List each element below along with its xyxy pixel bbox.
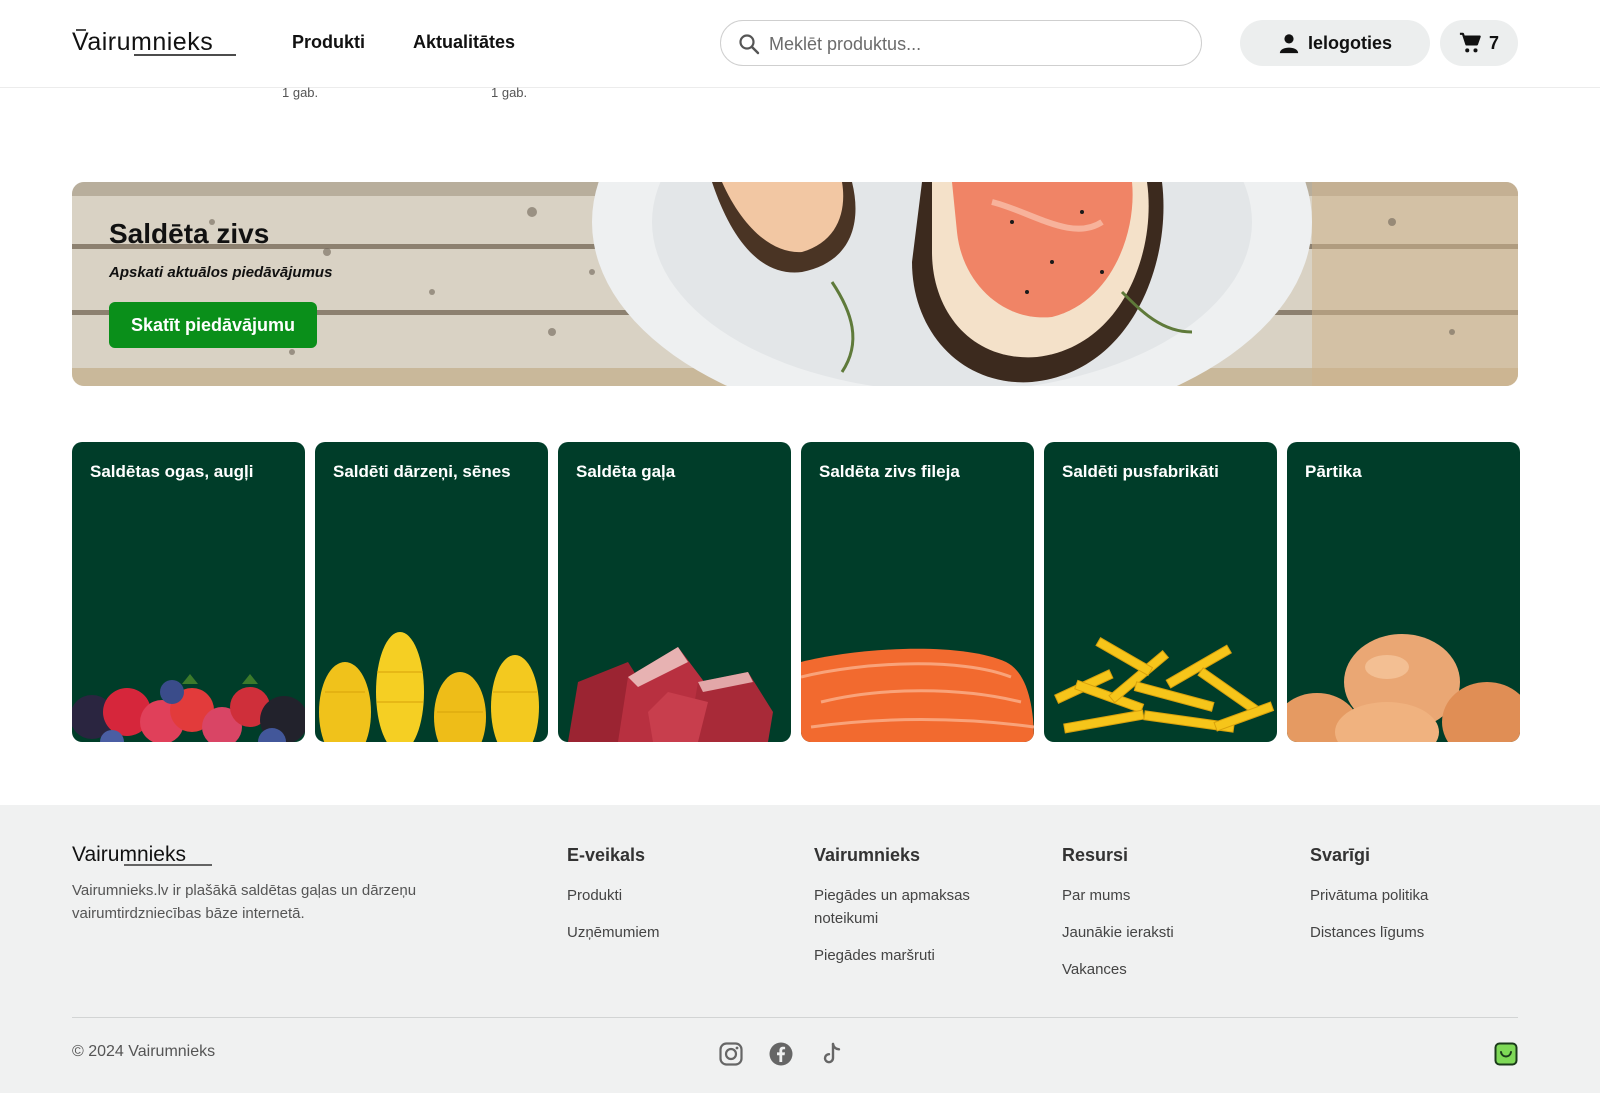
category-label: Saldēta zivs fileja xyxy=(819,462,960,481)
svg-text:Vairumnieks: Vairumnieks xyxy=(72,28,213,56)
category-grid: Saldētas ogas, augļi Saldēti dārzeņi, sē… xyxy=(72,442,1520,742)
cart-icon xyxy=(1459,32,1481,53)
product-quantity: 1 gab. xyxy=(491,85,528,100)
corn-image xyxy=(319,632,539,742)
login-button[interactable]: Ielogoties xyxy=(1240,20,1430,66)
footer-description: Vairumnieks.lv ir plašākā saldētas gaļas… xyxy=(72,882,417,922)
category-label: Saldēti pusfabrikāti xyxy=(1062,462,1219,481)
cart-button[interactable]: 7 xyxy=(1440,20,1518,66)
footer-column-title: Svarīgi xyxy=(1310,845,1371,865)
category-label: Saldētas ogas, augļi xyxy=(90,462,254,481)
promo-banner: Saldēta zivs Apskati aktuālos piedāvājum… xyxy=(72,182,1518,386)
footer-column-vairumnieks: Vairumnieks Piegādes un apmaksas noteiku… xyxy=(814,845,1014,981)
site-header: Vairumnieks Produkti Aktualitātes Ielogo… xyxy=(0,0,1600,88)
svg-text:Vairumnieks: Vairumnieks xyxy=(72,843,186,866)
site-footer: Vairumnieks Vairumnieks.lv ir plašākā sa… xyxy=(0,805,1600,1093)
category-card-semi-finished[interactable]: Saldēti pusfabrikāti xyxy=(1044,442,1277,742)
footer-link-about[interactable]: Par mums xyxy=(1062,884,1262,907)
footer-column-svarigi: Svarīgi Privātuma politika Distances līg… xyxy=(1310,845,1510,958)
tiktok-icon[interactable] xyxy=(819,1041,845,1067)
footer-column-title: E-veikals xyxy=(567,845,646,865)
search-icon xyxy=(739,34,760,55)
fries-image xyxy=(1054,636,1275,734)
search-input[interactable] xyxy=(769,29,1189,59)
product-quantity: 1 gab. xyxy=(282,85,319,100)
nav-aktualitates[interactable]: Aktualitātes xyxy=(413,32,515,53)
view-offers-button[interactable]: Skatīt piedāvājumu xyxy=(109,302,317,348)
user-icon xyxy=(1279,34,1299,54)
cart-count: 7 xyxy=(1488,32,1499,53)
footer-divider xyxy=(72,1017,1518,1018)
banner-subtitle: Apskati aktuālos piedāvājumus xyxy=(109,264,333,281)
meat-image xyxy=(568,647,773,742)
category-label: Saldēta gaļa xyxy=(576,462,676,481)
facebook-icon[interactable] xyxy=(768,1041,794,1067)
footer-link-produkti[interactable]: Produkti xyxy=(567,884,767,907)
footer-link-privacy[interactable]: Privātuma politika xyxy=(1310,884,1510,907)
copyright-text: © 2024 Vairumnieks xyxy=(72,1043,216,1060)
footer-link-vacancies[interactable]: Vakances xyxy=(1062,958,1262,981)
footer-link-uznemumiem[interactable]: Uzņēmumiem xyxy=(567,921,767,944)
category-card-vegetables[interactable]: Saldēti dārzeņi, sēnes xyxy=(315,442,548,742)
footer-link-latest-posts[interactable]: Jaunākie ieraksti xyxy=(1062,921,1262,944)
site-logo[interactable]: Vairumnieks xyxy=(72,26,236,60)
footer-column-resursi: Resursi Par mums Jaunākie ieraksti Vakan… xyxy=(1062,845,1262,995)
login-label: Ielogoties xyxy=(1307,32,1392,53)
footer-column-title: Resursi xyxy=(1062,845,1129,865)
footer-link-distance-contract[interactable]: Distances līgums xyxy=(1310,921,1510,944)
eggs-image xyxy=(1287,634,1520,742)
category-label: Saldēti dārzeņi, sēnes xyxy=(333,462,511,481)
nav-produkti[interactable]: Produkti xyxy=(292,32,365,53)
berries-image xyxy=(72,674,305,742)
instagram-icon[interactable] xyxy=(718,1041,744,1067)
category-card-berries[interactable]: Saldētas ogas, augļi xyxy=(72,442,305,742)
category-card-fish[interactable]: Saldēta zivs fileja xyxy=(801,442,1034,742)
banner-title: Saldēta zivs xyxy=(109,218,270,249)
shop-badge-icon[interactable] xyxy=(1494,1042,1518,1066)
banner-image xyxy=(72,182,1518,386)
salmon-image xyxy=(801,648,1034,742)
category-label: Pārtika xyxy=(1305,462,1362,481)
footer-link-delivery-routes[interactable]: Piegādes maršruti xyxy=(814,944,1014,967)
category-card-food[interactable]: Pārtika xyxy=(1287,442,1520,742)
footer-column-title: Vairumnieks xyxy=(814,845,921,865)
search-box[interactable] xyxy=(720,20,1202,66)
category-card-meat[interactable]: Saldēta gaļa xyxy=(558,442,791,742)
footer-link-delivery-terms[interactable]: Piegādes un apmaksas noteikumi xyxy=(814,884,1014,930)
footer-column-eveikals: E-veikals Produkti Uzņēmumiem xyxy=(567,845,767,958)
footer-logo[interactable]: Vairumnieks xyxy=(72,841,212,869)
